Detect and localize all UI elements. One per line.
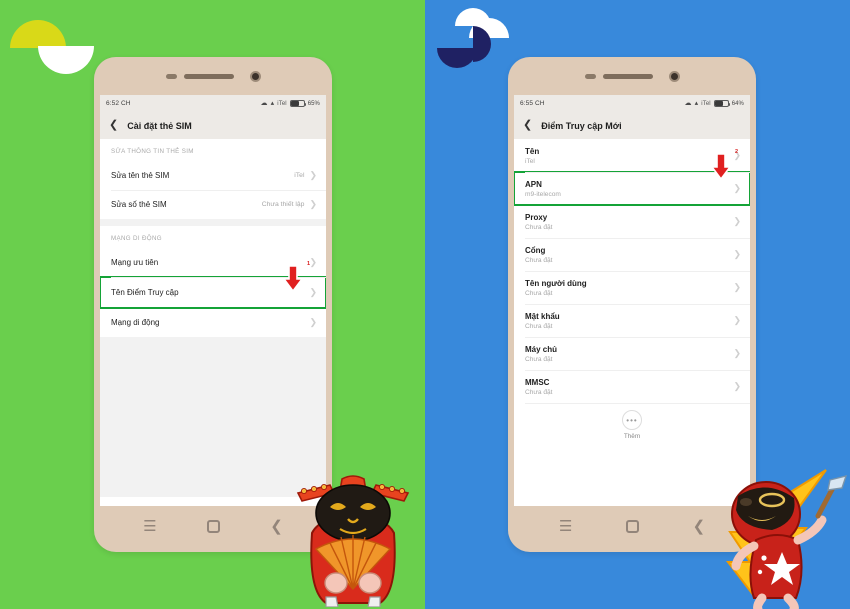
chevron-left-icon[interactable]: ❮ (523, 120, 532, 131)
wifi-icon: ☁ (260, 100, 268, 107)
front-camera-icon (249, 70, 261, 82)
status-bar: 6:55 CH ☁ ▴ iTel 64% (514, 95, 750, 112)
menu-icon[interactable]: ☰ (143, 519, 156, 534)
signal-icon: ▴ (694, 100, 699, 107)
row-title: APN (525, 179, 542, 189)
page-title: Điểm Truy cập Mới (541, 120, 622, 131)
row-password[interactable]: Mật khẩu Chưa đặt ❯ (514, 304, 750, 337)
row-port[interactable]: Cổng Chưa đặt ❯ (514, 238, 750, 271)
chevron-right-icon: ❯ (733, 216, 741, 226)
row-label: Sửa số thẻ SIM (111, 200, 167, 209)
earpiece-speaker-icon (183, 73, 234, 79)
section-header-sim-info: SỬA THÔNG TIN THẺ SIM (111, 148, 194, 155)
row-value: Chưa thiết lập (261, 201, 305, 208)
row-title: Mật khẩu (525, 311, 560, 321)
row-mobile-networks[interactable]: Mạng di động ❯ (100, 308, 326, 337)
row-value: Chưa đặt (525, 289, 553, 297)
battery-icon (289, 100, 307, 107)
wifi-icon: ☁ (684, 100, 692, 107)
status-carrier: iTel (701, 100, 711, 107)
home-icon[interactable] (625, 519, 639, 533)
section-divider (100, 219, 326, 226)
row-label: Mạng di động (111, 318, 160, 327)
chevron-right-icon: ❯ (309, 287, 317, 297)
chevron-right-icon: ❯ (733, 315, 741, 325)
chevron-right-icon: ❯ (733, 282, 741, 292)
row-title: Cổng (525, 245, 546, 255)
battery-percent: 64% (731, 100, 744, 107)
row-title: Proxy (525, 212, 548, 222)
annotation-arrow-2: 2 (709, 149, 738, 182)
back-icon[interactable]: ❮ (693, 519, 706, 534)
annotation-number: 2 (734, 149, 738, 155)
phone-left-screen: 6:52 CH ☁ ▴ iTel 65% ❮ Cài đặt thẻ SIM S… (100, 95, 326, 506)
row-value: iTel (525, 157, 535, 165)
row-label: Tên Điểm Truy cập (111, 288, 179, 297)
row-value: m9-itelecom (525, 190, 561, 198)
status-bar: 6:52 CH ☁ ▴ iTel 65% (100, 95, 326, 112)
more-button[interactable]: ••• Thêm (514, 403, 750, 444)
section-header-mobile-network: MẠNG DI ĐỘNG (111, 235, 162, 242)
status-carrier: iTel (277, 100, 287, 107)
row-value: Chưa đặt (525, 355, 553, 363)
page-title: Cài đặt thẻ SIM (127, 120, 192, 131)
vietnamese-fan-mascot-icon (296, 471, 410, 608)
settings-list: SỬA THÔNG TIN THẺ SIM Sửa tên thẻ SIM iT… (100, 139, 326, 337)
empty-list-area (100, 337, 326, 497)
row-edit-sim-name[interactable]: Sửa tên thẻ SIM iTel ❯ (100, 161, 326, 190)
chevron-right-icon: ❯ (733, 249, 741, 259)
ellipsis-icon: ••• (622, 410, 642, 430)
row-value: iTel (294, 172, 305, 179)
earpiece-speaker-icon (602, 73, 653, 79)
row-title: Tên (525, 146, 540, 156)
chevron-left-icon[interactable]: ❮ (109, 120, 118, 131)
row-title: MMSC (525, 377, 550, 387)
row-label: Mạng ưu tiên (111, 258, 159, 267)
proximity-sensor-icon (165, 73, 177, 79)
phone-top-hardware (508, 57, 756, 95)
annotation-arrow-1: 1 (281, 261, 310, 294)
chevron-right-icon: ❯ (309, 170, 317, 180)
chevron-right-icon: ❯ (309, 257, 317, 267)
row-edit-sim-number[interactable]: Sửa số thẻ SIM Chưa thiết lập ❯ (100, 190, 326, 219)
chevron-right-icon: ❯ (733, 183, 741, 193)
star-outfit-pickaxe-mascot-icon (714, 466, 850, 609)
ellipsis-dots: ••• (626, 415, 638, 425)
status-time: 6:55 CH (520, 100, 545, 107)
home-icon[interactable] (206, 519, 220, 533)
row-mmsc[interactable]: MMSC Chưa đặt ❯ (514, 370, 750, 403)
row-proxy[interactable]: Proxy Chưa đặt ❯ (514, 205, 750, 238)
row-username[interactable]: Tên người dùng Chưa đặt ❯ (514, 271, 750, 304)
chevron-right-icon: ❯ (309, 317, 317, 327)
chevron-right-icon: ❯ (733, 348, 741, 358)
apn-edit-list: Tên iTel ❯ APN m9-itelecom ❯ Proxy Chưa … (514, 139, 750, 444)
chevron-right-icon: ❯ (309, 199, 317, 209)
phone-top-hardware (94, 57, 332, 95)
battery-icon (713, 100, 731, 107)
row-value: Chưa đặt (525, 388, 553, 396)
menu-icon[interactable]: ☰ (559, 519, 572, 534)
row-value: Chưa đặt (525, 322, 553, 330)
battery-percent: 65% (307, 100, 320, 107)
half-circle-pair-decoration-icon (10, 8, 96, 84)
annotation-number: 1 (306, 261, 310, 267)
row-label: Sửa tên thẻ SIM (111, 171, 170, 180)
row-title: Máy chủ (525, 344, 558, 354)
proximity-sensor-icon (584, 73, 596, 79)
front-camera-icon (668, 70, 680, 82)
row-value: Chưa đặt (525, 256, 553, 264)
row-server[interactable]: Máy chủ Chưa đặt ❯ (514, 337, 750, 370)
app-title-bar: ❮ Cài đặt thẻ SIM (100, 112, 326, 139)
back-icon[interactable]: ❮ (270, 519, 283, 534)
app-title-bar: ❮ Điểm Truy cập Mới (514, 112, 750, 139)
screenshot-stage: 6:52 CH ☁ ▴ iTel 65% ❮ Cài đặt thẻ SIM S… (0, 0, 850, 609)
more-button-label: Thêm (623, 433, 641, 440)
row-title: Tên người dùng (525, 278, 587, 288)
row-value: Chưa đặt (525, 223, 553, 231)
status-time: 6:52 CH (106, 100, 131, 107)
pinwheel-decoration-icon (437, 8, 509, 80)
signal-icon: ▴ (270, 100, 275, 107)
chevron-right-icon: ❯ (733, 381, 741, 391)
